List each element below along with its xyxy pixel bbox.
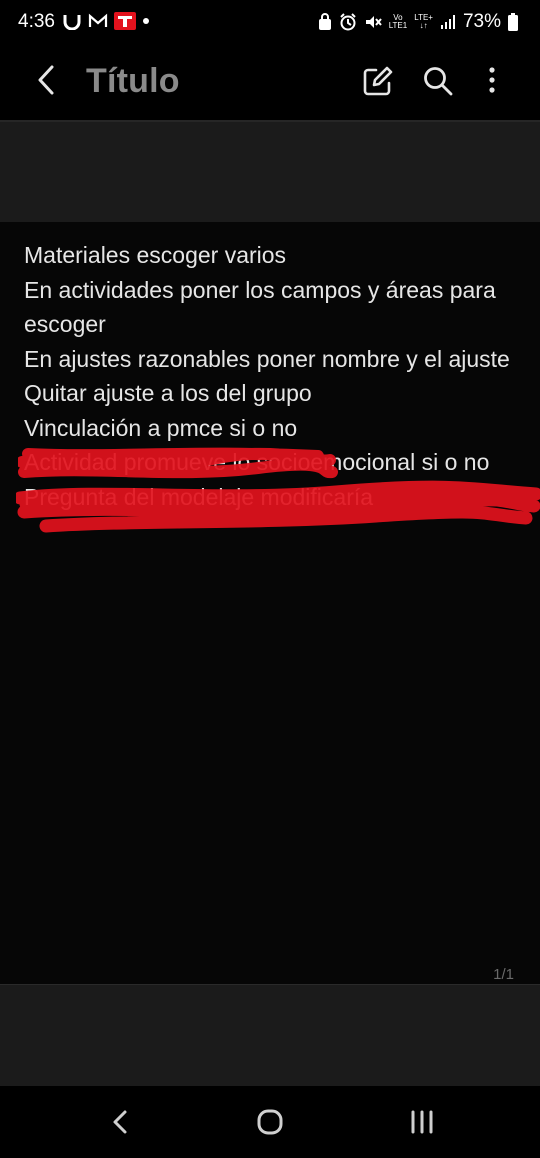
lte-indicator: LTE+ ↓↑: [414, 13, 433, 30]
didi-icon: [63, 15, 81, 30]
note-line: Vinculación a pmce si o no: [24, 414, 298, 441]
note-title[interactable]: Título: [86, 62, 180, 101]
status-notification-icons: [62, 12, 150, 30]
battery-percent: 73%: [462, 11, 501, 32]
note-line: Actividad promueve lo socioemocional si …: [24, 449, 490, 475]
back-icon[interactable]: [30, 62, 66, 98]
bottom-toolbar-area: [0, 984, 540, 1087]
note-line: Materiales escoger varios: [24, 242, 287, 268]
navigation-bar: [0, 1086, 540, 1158]
note-line: Pregunta del modelaje modificaría: [24, 483, 374, 510]
note-line: En actividades poner los campos y áreas …: [24, 276, 496, 338]
nav-back-icon[interactable]: [100, 1102, 140, 1142]
battery-icon: [508, 13, 518, 31]
home-icon[interactable]: [250, 1102, 290, 1142]
lock-alarm-icon: [318, 13, 331, 30]
page-counter: 1/1: [493, 966, 514, 983]
data-arrows-icon: ↓↑: [419, 21, 428, 30]
status-right: Vo LTE1 LTE+ ↓↑ 73%: [318, 11, 518, 33]
gmail-icon: [88, 13, 108, 27]
toolbar-area: [0, 122, 540, 222]
status-time: 4:36: [18, 11, 55, 32]
alarm-icon: [339, 13, 356, 31]
volte-indicator: Vo LTE1: [388, 13, 408, 30]
dot-icon: [143, 18, 149, 24]
recents-icon[interactable]: [402, 1102, 442, 1142]
more-vertical-icon[interactable]: [474, 63, 510, 99]
note-text[interactable]: Materiales escoger varios En actividades…: [24, 238, 524, 514]
app-bar: Título: [0, 46, 540, 120]
search-icon[interactable]: [420, 63, 456, 99]
note-line: En ajustes razonables poner nombre y el …: [24, 345, 510, 372]
note-line: Quitar ajuste a los del grupo: [24, 380, 312, 406]
mute-icon: [365, 16, 382, 28]
signal-icon: [440, 15, 455, 29]
note-body[interactable]: Materiales escoger varios En actividades…: [0, 222, 540, 984]
edit-icon[interactable]: [360, 63, 396, 99]
app-logo-icon: [114, 12, 136, 30]
status-bar: 4:36 Vo LTE1 LTE+ ↓↑ 73%: [0, 0, 540, 46]
